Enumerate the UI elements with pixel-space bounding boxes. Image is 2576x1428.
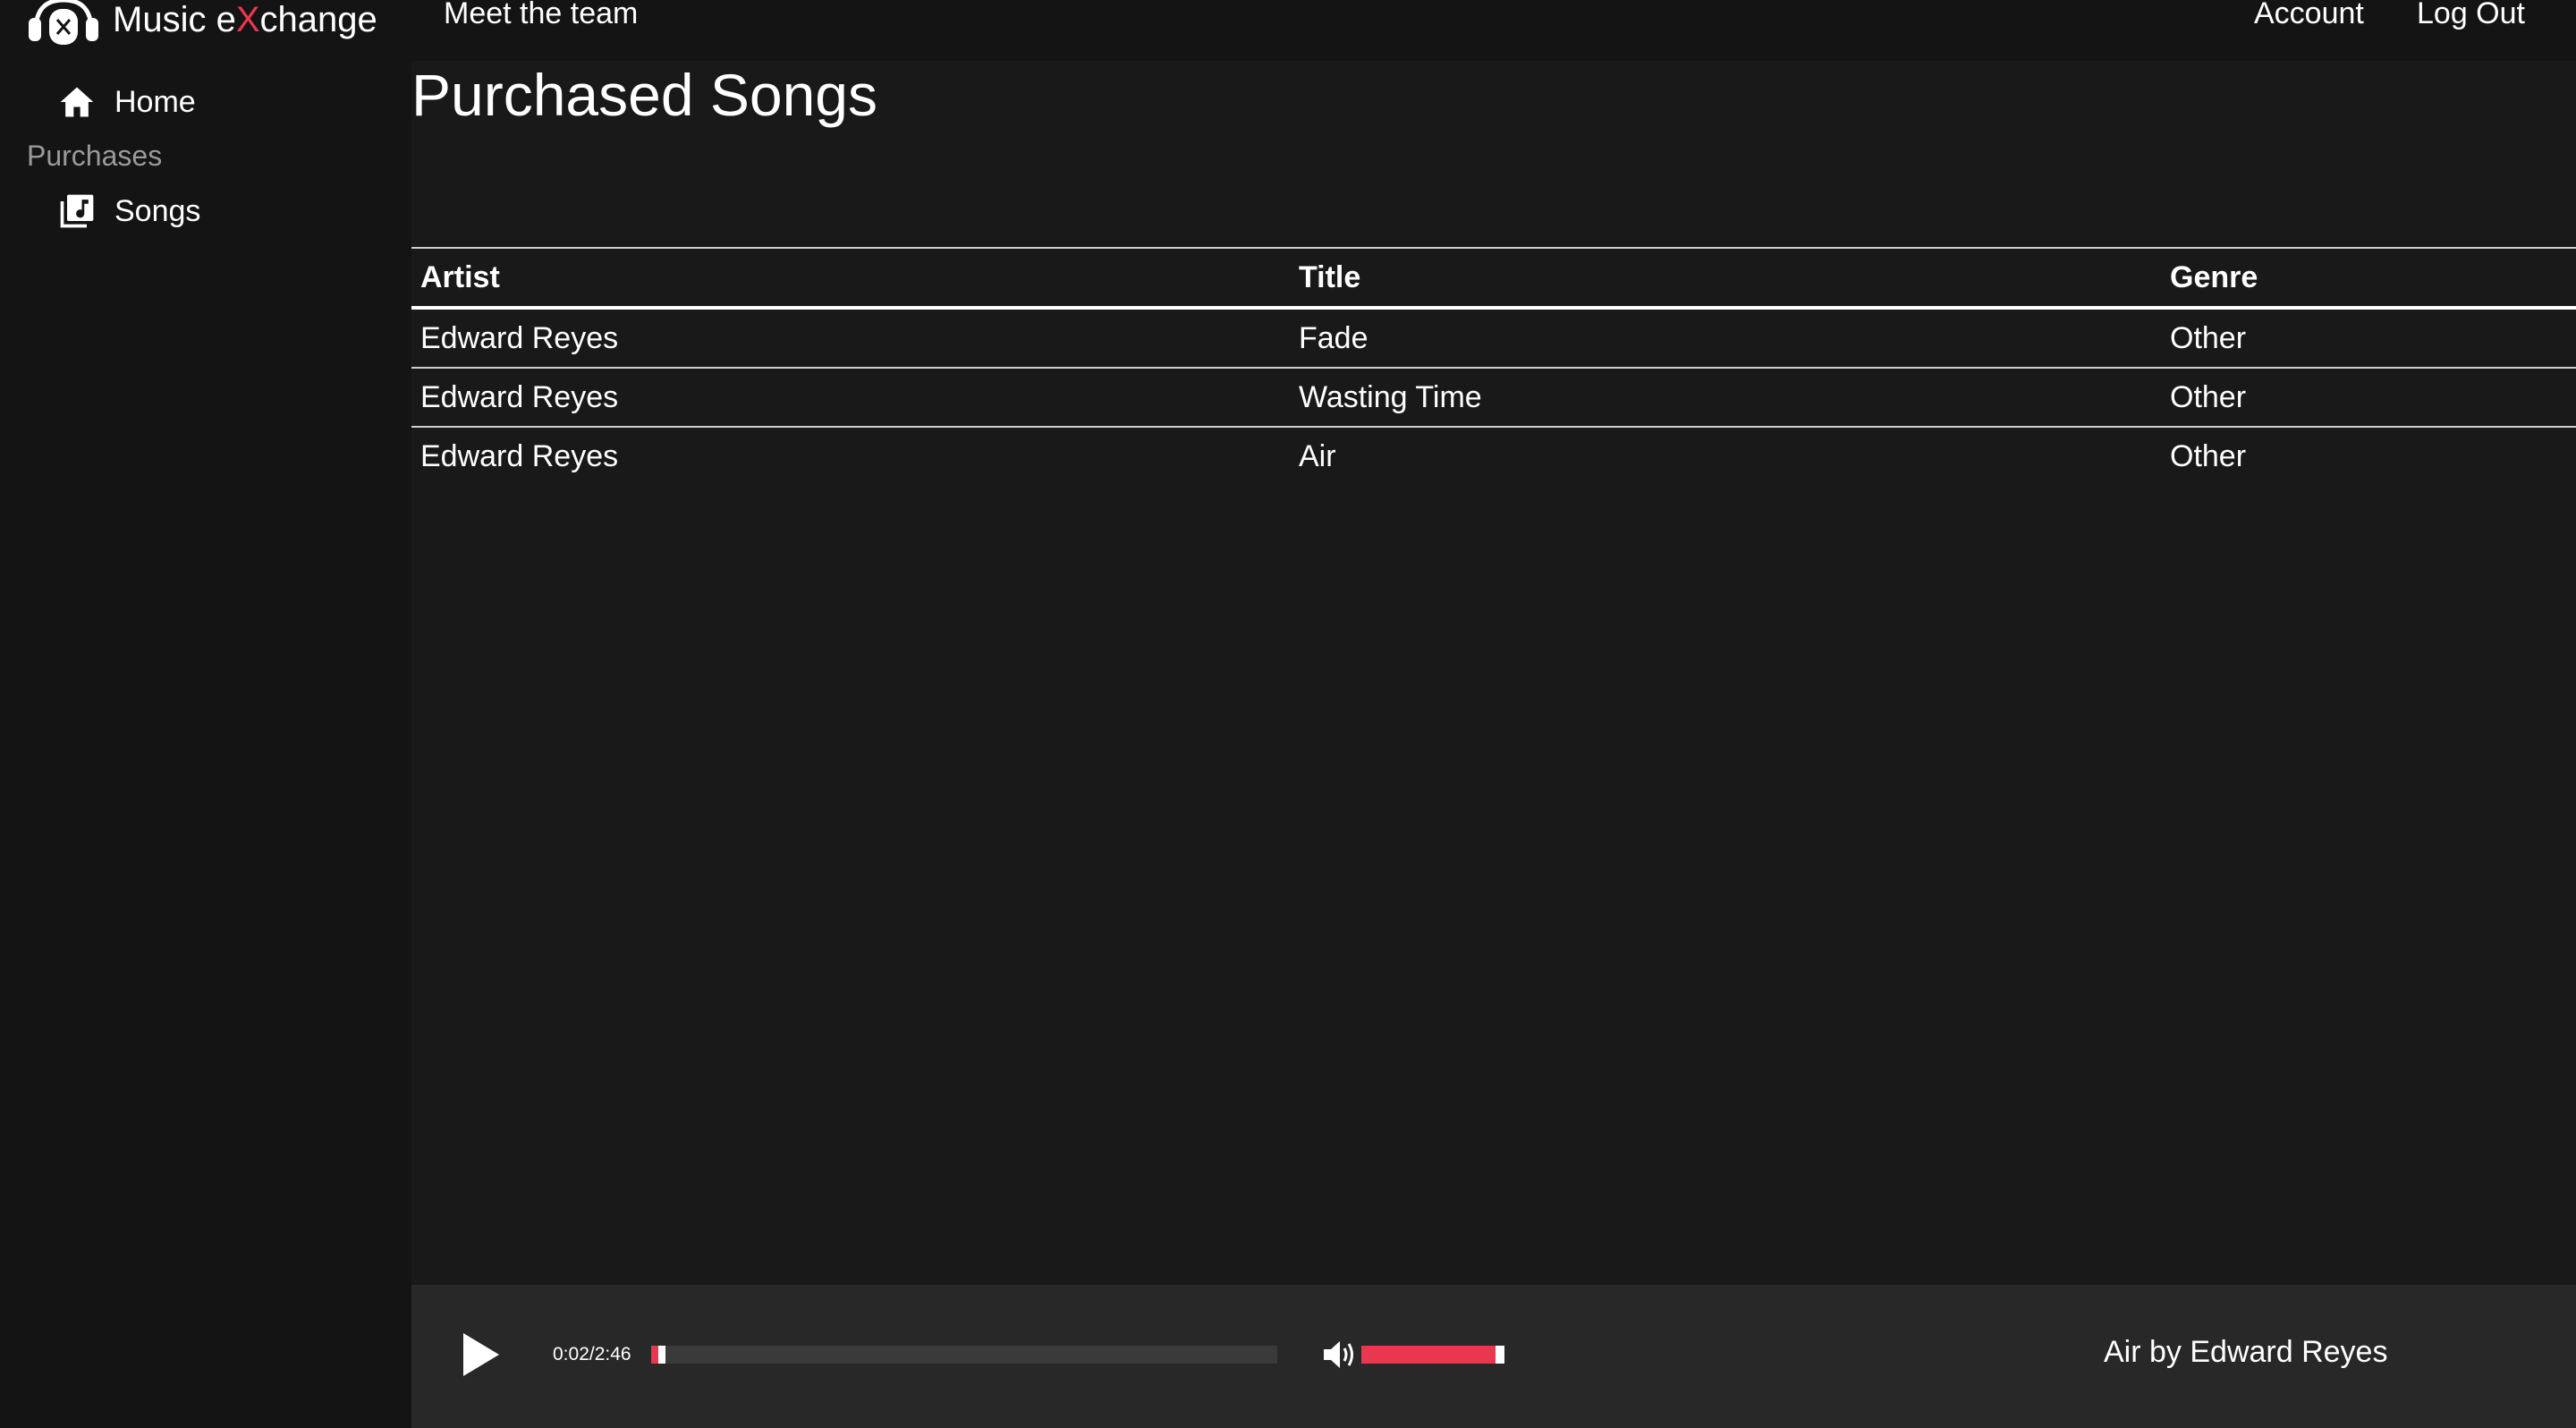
logo-text: Music eXchange [113,0,377,39]
sidebar: Home Purchases Songs [0,61,411,1428]
nav-account[interactable]: Account [2254,0,2364,31]
home-icon [60,87,94,117]
volume-slider-thumb[interactable] [1496,1346,1504,1364]
cell-artist: Edward Reyes [420,320,619,355]
play-icon[interactable] [460,1331,501,1378]
cell-genre: Other [2170,320,2247,355]
main-content: Purchased Songs Artist Title Genre Edwar… [411,61,2576,1285]
table-row[interactable]: Edward Reyes Wasting Time Other [411,368,2576,427]
playback-time: 0:02/2:46 [553,1344,631,1364]
volume-slider-fill [1361,1346,1500,1364]
page-title: Purchased Songs [411,62,878,128]
app: Music eXchange Meet the team Account Log… [0,0,2576,1428]
audio-player: 0:02/2:46 Air by Edward Reyes [411,1285,2576,1428]
top-bar: Music eXchange Meet the team Account Log… [0,0,2576,61]
column-header-genre[interactable]: Genre [2161,248,2576,308]
sidebar-item-songs[interactable]: Songs [57,191,200,231]
volume-icon[interactable] [1322,1339,1360,1371]
cell-title: Fade [1299,320,1368,355]
cell-artist: Edward Reyes [420,379,619,414]
logo[interactable]: Music eXchange [27,0,377,45]
sidebar-item-home[interactable]: Home [57,82,196,122]
purchased-songs-table: Artist Title Genre Edward Reyes Fade Oth… [411,247,2576,485]
cell-title: Air [1299,438,1336,473]
music-library-icon [60,194,94,228]
seek-bar-thumb[interactable] [658,1346,666,1364]
nav-log-out[interactable]: Log Out [2417,0,2525,31]
now-playing-label: Air by Edward Reyes [2104,1335,2388,1369]
column-header-artist[interactable]: Artist [411,248,1290,308]
cell-title: Wasting Time [1299,379,1482,414]
sidebar-item-label: Songs [114,193,201,228]
table-row[interactable]: Edward Reyes Fade Other [411,308,2576,368]
headphones-logo-icon [29,0,98,45]
sidebar-heading-purchases: Purchases [27,140,163,172]
cell-genre: Other [2170,438,2247,473]
cell-genre: Other [2170,379,2247,414]
table-header-row: Artist Title Genre [411,248,2576,308]
nav-meet-the-team[interactable]: Meet the team [444,0,638,31]
table-row[interactable]: Edward Reyes Air Other [411,427,2576,485]
sidebar-item-label: Home [114,84,196,119]
cell-artist: Edward Reyes [420,438,619,473]
seek-bar[interactable] [651,1346,1277,1364]
column-header-title[interactable]: Title [1290,248,2161,308]
volume-slider[interactable] [1361,1346,1504,1364]
